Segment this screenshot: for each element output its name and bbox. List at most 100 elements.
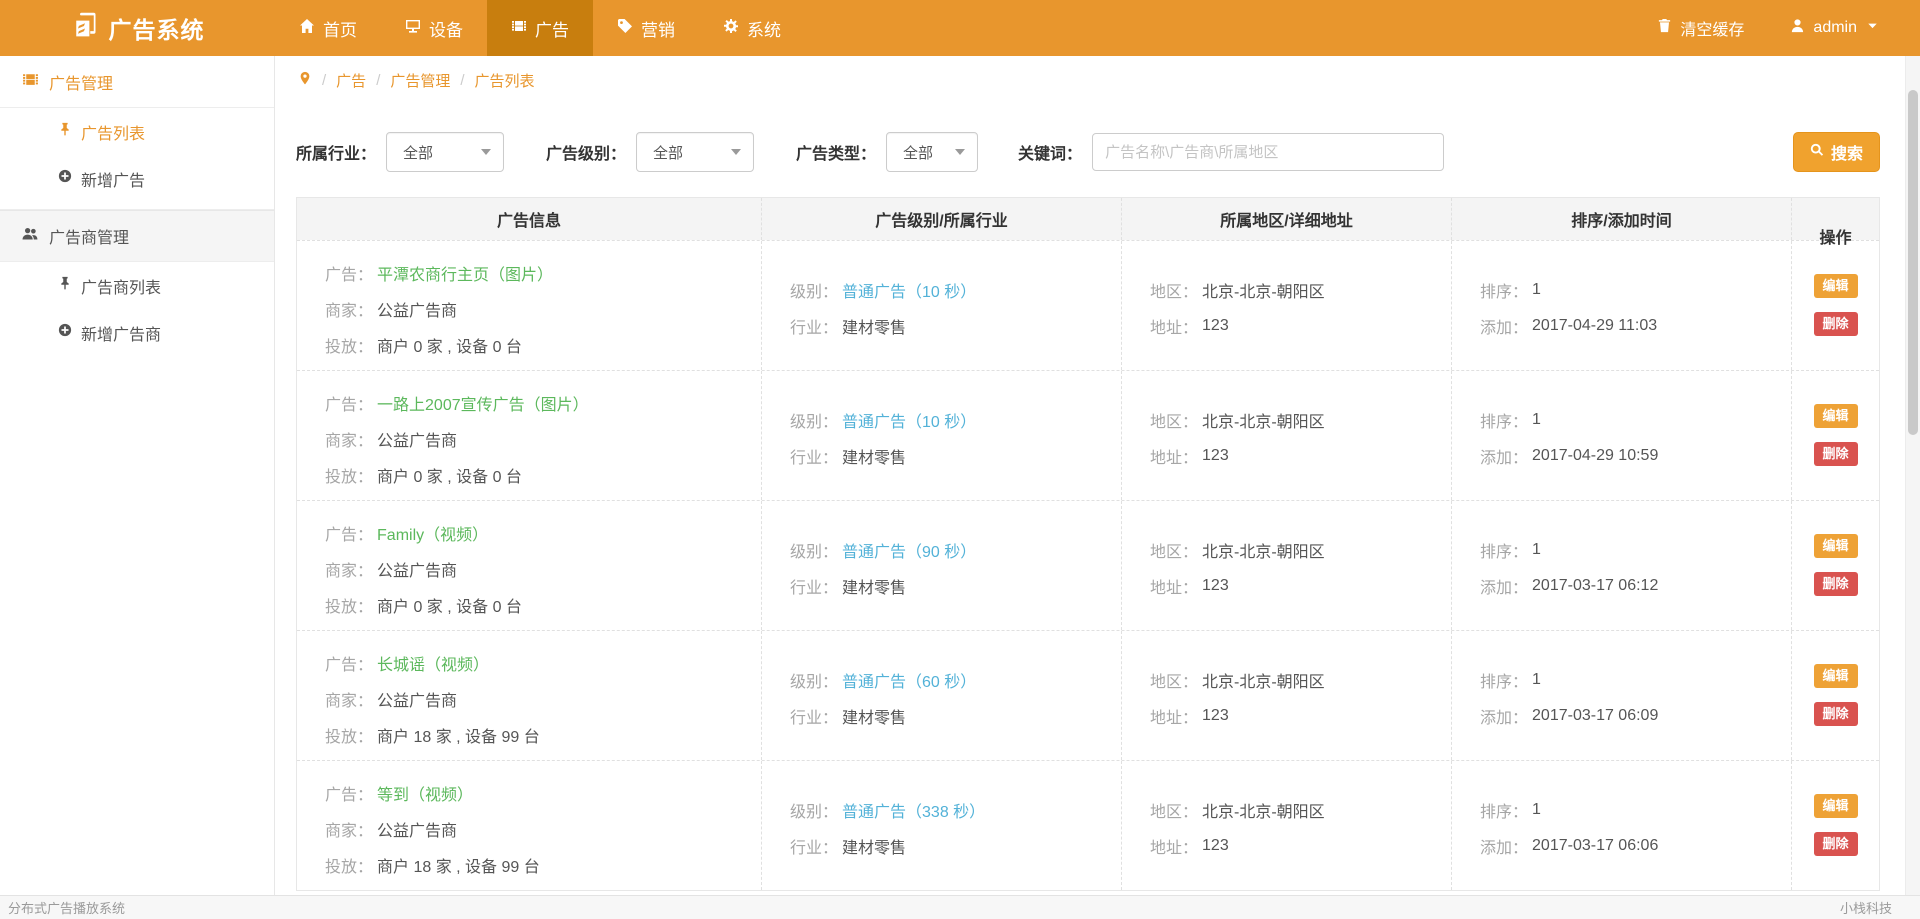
industry-select[interactable]: 全部	[386, 132, 504, 172]
nav-item-label: 系统	[747, 16, 781, 41]
field-label: 行业：	[790, 574, 838, 598]
vertical-scrollbar[interactable]	[1905, 56, 1920, 895]
edit-button[interactable]: 编辑	[1814, 404, 1858, 428]
ad-level-link[interactable]: 普通广告（338 秒）	[842, 798, 985, 822]
table-body: 广告：平潭农商行主页（图片）商家：公益广告商投放：商户 0 家 , 设备 0 台…	[297, 240, 1879, 890]
edit-button[interactable]: 编辑	[1814, 664, 1858, 688]
region-address-cell: 地区：北京-北京-朝阳区地址：123	[1122, 501, 1452, 630]
edit-button[interactable]: 编辑	[1814, 274, 1858, 298]
plus-icon	[58, 169, 72, 188]
field-label: 商家：	[325, 817, 373, 841]
ads-table: 广告信息广告级别/所属行业所属地区/详细地址排序/添加时间操作 广告：平潭农商行…	[296, 197, 1880, 891]
field-label: 排序：	[1480, 538, 1528, 562]
nav-item-device[interactable]: 设备	[381, 0, 487, 56]
search-button[interactable]: 搜索	[1793, 132, 1880, 172]
breadcrumb-link[interactable]: 广告	[336, 70, 366, 91]
region-value: 北京-北京-朝阳区	[1202, 668, 1325, 692]
footer-left-text: 分布式广告播放系统	[8, 898, 125, 917]
table-header-cell: 广告信息	[297, 198, 762, 240]
keyword-input[interactable]	[1092, 133, 1444, 171]
sidebar: 广告管理广告列表新增广告广告商管理广告商列表新增广告商	[0, 56, 275, 895]
region-address-cell: 地区：北京-北京-朝阳区地址：123	[1122, 761, 1452, 890]
sort-value: 1	[1532, 801, 1541, 819]
ad-name-link[interactable]: 平潭农商行主页（图片）	[377, 261, 553, 285]
ad-level-link[interactable]: 普通广告（10 秒）	[842, 408, 976, 432]
address-value: 123	[1202, 837, 1229, 855]
delete-button[interactable]: 删除	[1814, 312, 1858, 336]
sidebar-item-advertiser-add[interactable]: 新增广告商	[0, 309, 274, 356]
nav-item-home[interactable]: 首页	[275, 0, 381, 56]
deploy-value: 商户 0 家 , 设备 0 台	[377, 463, 522, 487]
search-icon	[1810, 143, 1824, 162]
sidebar-item-ad-add[interactable]: 新增广告	[0, 155, 274, 202]
breadcrumb-separator: /	[376, 72, 380, 89]
caret-down-icon	[1865, 18, 1880, 38]
film-icon	[511, 18, 527, 39]
field-label: 级别：	[790, 408, 838, 432]
field-label: 投放：	[325, 723, 373, 747]
sidebar-item-advertiser-list[interactable]: 广告商列表	[0, 262, 274, 309]
main-nav: 首页设备 广告营销 系统	[275, 0, 805, 56]
ad-level-link[interactable]: 普通广告（60 秒）	[842, 668, 976, 692]
table-row: 广告：一路上2007宣传广告（图片）商家：公益广告商投放：商户 0 家 , 设备…	[297, 370, 1879, 500]
sidebar-item-ad-list[interactable]: 广告列表	[0, 108, 274, 155]
field-label: 投放：	[325, 333, 373, 357]
edit-button[interactable]: 编辑	[1814, 534, 1858, 558]
clear-cache-button[interactable]: 清空缓存	[1657, 16, 1744, 40]
added-time-value: 2017-03-17 06:12	[1532, 577, 1658, 595]
ad-name-link[interactable]: Family（视频）	[377, 521, 488, 545]
industry-value: 建材零售	[842, 834, 906, 858]
nav-item-marketing[interactable]: 营销	[593, 0, 699, 56]
nav-item-ad[interactable]: 广告	[487, 0, 593, 56]
address-value: 123	[1202, 577, 1229, 595]
pin-icon	[58, 122, 72, 141]
monitor-icon	[405, 18, 421, 39]
merchant-value: 公益广告商	[377, 557, 457, 581]
edit-button[interactable]: 编辑	[1814, 794, 1858, 818]
nav-item-label: 广告	[535, 16, 569, 41]
ad-info-cell: 广告：等到（视频）商家：公益广告商投放：商户 18 家 , 设备 99 台	[297, 761, 762, 890]
level-industry-cell: 级别：普通广告（90 秒）行业：建材零售	[762, 501, 1122, 630]
level-industry-cell: 级别：普通广告（10 秒）行业：建材零售	[762, 241, 1122, 370]
nav-item-system[interactable]: 系统	[699, 0, 805, 56]
sidebar-group-label: 广告管理	[49, 70, 113, 94]
field-label: 商家：	[325, 427, 373, 451]
ad-level-link[interactable]: 普通广告（10 秒）	[842, 278, 976, 302]
sidebar-group-label: 广告商管理	[49, 224, 129, 248]
type-select[interactable]: 全部	[886, 132, 978, 172]
sidebar-group-ad-management[interactable]: 广告管理	[0, 56, 274, 108]
breadcrumb-link[interactable]: 广告列表	[475, 70, 535, 91]
sort-value: 1	[1532, 671, 1541, 689]
breadcrumb-link[interactable]: 广告管理	[390, 70, 450, 91]
field-label: 地区：	[1150, 408, 1198, 432]
merchant-value: 公益广告商	[377, 687, 457, 711]
ad-name-link[interactable]: 一路上2007宣传广告（图片）	[377, 391, 589, 415]
sort-time-cell: 排序：1添加：2017-04-29 11:03	[1452, 241, 1792, 370]
field-label: 投放：	[325, 593, 373, 617]
delete-button[interactable]: 删除	[1814, 572, 1858, 596]
app-logo-icon	[71, 11, 99, 45]
sidebar-group-advertiser-management[interactable]: 广告商管理	[0, 210, 274, 262]
sort-time-cell: 排序：1添加：2017-04-29 10:59	[1452, 371, 1792, 500]
app-logo[interactable]: 广告系统	[0, 0, 275, 56]
ad-level-link[interactable]: 普通广告（90 秒）	[842, 538, 976, 562]
sort-value: 1	[1532, 281, 1541, 299]
scrollbar-thumb[interactable]	[1908, 90, 1918, 435]
delete-button[interactable]: 删除	[1814, 442, 1858, 466]
delete-button[interactable]: 删除	[1814, 832, 1858, 856]
added-time-value: 2017-04-29 10:59	[1532, 447, 1658, 465]
field-label: 商家：	[325, 557, 373, 581]
map-marker-icon	[298, 71, 312, 89]
pin-icon	[58, 276, 72, 295]
ad-name-link[interactable]: 长城谣（视频）	[377, 651, 489, 675]
navbar-right: 清空缓存 admin	[1657, 0, 1920, 56]
field-label: 行业：	[790, 834, 838, 858]
region-address-cell: 地区：北京-北京-朝阳区地址：123	[1122, 241, 1452, 370]
ad-name-link[interactable]: 等到（视频）	[377, 781, 473, 805]
delete-button[interactable]: 删除	[1814, 702, 1858, 726]
user-menu[interactable]: admin	[1790, 18, 1880, 38]
table-row: 广告：平潭农商行主页（图片）商家：公益广告商投放：商户 0 家 , 设备 0 台…	[297, 240, 1879, 370]
level-select[interactable]: 全部	[636, 132, 754, 172]
keyword-filter-label: 关键词：	[1018, 140, 1082, 164]
table-header-cell: 操作	[1792, 198, 1879, 240]
